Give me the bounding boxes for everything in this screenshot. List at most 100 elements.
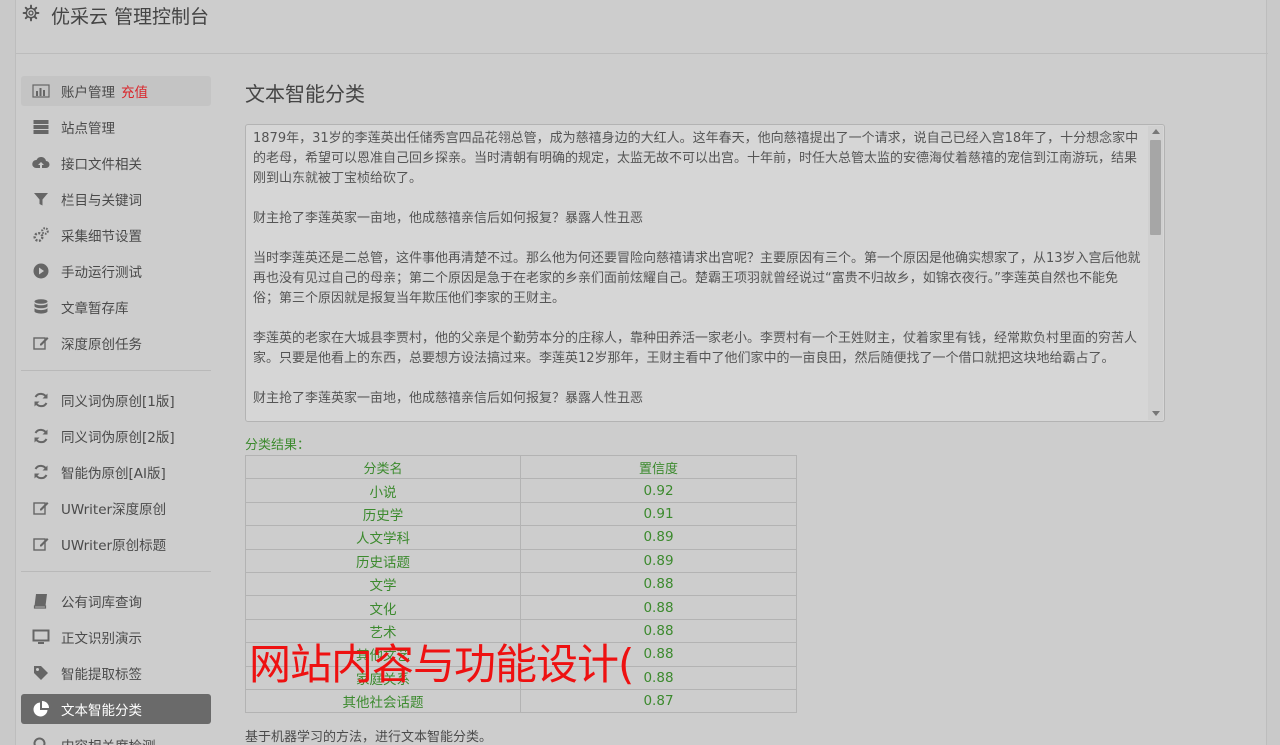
sidebar-item-public-lexicon[interactable]: 公有词库查询 xyxy=(21,586,211,616)
refresh-icon xyxy=(34,428,48,444)
sidebar-item-uwriter-title[interactable]: UWriter原创标题 xyxy=(21,529,211,559)
left-margin xyxy=(0,0,15,745)
article-paragraph: 1879年，31岁的李莲英出任储秀宫四品花翎总管，成为慈禧身边的大红人。这年春天… xyxy=(253,131,1139,186)
sidebar-item-uwriter-deep[interactable]: UWriter深度原创 xyxy=(21,493,211,523)
sidebar-item-interface[interactable]: 接口文件相关 xyxy=(21,148,211,178)
sidebar-item-sites[interactable]: 站点管理 xyxy=(21,112,211,142)
edit-icon xyxy=(33,337,49,350)
sidebar-item-extract-tags[interactable]: 智能提取标签 xyxy=(21,658,211,688)
gear-icon[interactable] xyxy=(22,4,40,22)
table-header-row: 分类名 置信度 xyxy=(245,454,797,480)
confidence-value: 0.89 xyxy=(520,548,797,573)
confidence-value: 0.88 xyxy=(520,571,797,597)
main-content: 文本智能分类 1879年，31岁的李莲英出任储秀宫四品花翎总管，成为慈禧身边的大… xyxy=(245,80,1185,745)
sidebar-item-label: 文本智能分类 xyxy=(61,703,142,719)
table-row: 小说 0.92 xyxy=(245,478,797,503)
sidebar-item-synonym-v1[interactable]: 同义词伪原创[1版] xyxy=(21,385,211,415)
table-row: 文学 0.88 xyxy=(245,571,797,597)
confidence-value: 0.88 xyxy=(520,595,797,620)
sidebar-divider xyxy=(21,370,211,371)
sidebar-item-label: 账户管理 xyxy=(61,85,115,101)
category-name: 文化 xyxy=(245,595,521,620)
sidebar-item-ai-rewrite[interactable]: 智能伪原创[AI版] xyxy=(21,457,211,487)
app-title: 优采云 管理控制台 xyxy=(51,6,210,28)
tag-icon xyxy=(34,666,48,680)
table-row: 历史话题 0.89 xyxy=(245,548,797,573)
category-name: 其他社会话题 xyxy=(245,688,521,714)
pie-chart-icon xyxy=(33,701,49,717)
recharge-link[interactable]: 充值 xyxy=(121,81,148,101)
right-margin xyxy=(1267,0,1280,745)
sidebar-item-label: 正文识别演示 xyxy=(61,631,142,647)
article-paragraph: 财主抢了李莲英家一亩地，他成慈禧亲信后如何报复？暴露人性丑恶 xyxy=(253,211,644,226)
sidebar-item-deep-original[interactable]: 深度原创任务 xyxy=(21,328,211,358)
top-bar: 优采云 管理控制台 xyxy=(16,0,1268,54)
monitor-icon xyxy=(32,629,50,644)
table-row: 历史学 0.91 xyxy=(245,501,797,527)
overlay-caption: 网站内容与功能设计( xyxy=(249,640,634,689)
article-textarea[interactable]: 1879年，31岁的李莲英出任储秀宫四品花翎总管，成为慈禧身边的大红人。这年春天… xyxy=(245,124,1165,422)
confidence-value: 0.89 xyxy=(520,525,797,550)
table-row: 其他社会话题 0.87 xyxy=(245,688,797,714)
column-header-name: 分类名 xyxy=(245,454,521,480)
sidebar-item-collect-settings[interactable]: 采集细节设置 xyxy=(21,220,211,250)
sidebar-item-label: UWriter原创标题 xyxy=(61,538,167,554)
scroll-thumb[interactable] xyxy=(1150,140,1161,235)
play-circle-icon xyxy=(33,263,49,279)
confidence-value: 0.92 xyxy=(520,478,797,503)
sidebar: 账户管理 充值 站点管理 接口文件相关 栏目与关键词 采集细节设置 手动运行测试… xyxy=(21,76,211,745)
textarea-scrollbar[interactable] xyxy=(1148,126,1163,420)
sidebar-item-label: 智能伪原创[AI版] xyxy=(61,466,166,482)
sidebar-item-relevance[interactable]: 内容相关度检测 xyxy=(21,730,211,745)
scroll-down-arrow-icon[interactable] xyxy=(1152,411,1160,416)
scroll-up-arrow-icon[interactable] xyxy=(1152,129,1160,134)
category-name: 历史话题 xyxy=(245,548,521,573)
category-name: 文学 xyxy=(245,571,521,597)
cloud-upload-icon xyxy=(32,156,50,168)
confidence-value: 0.91 xyxy=(520,501,797,527)
article-text: 1879年，31岁的李莲英出任储秀宫四品花翎总管，成为慈禧身边的大红人。这年春天… xyxy=(253,129,1143,421)
column-header-confidence: 置信度 xyxy=(520,454,797,480)
bar-chart-icon xyxy=(32,84,50,98)
sidebar-item-label: 接口文件相关 xyxy=(61,157,142,173)
sidebar-item-label: 手动运行测试 xyxy=(61,265,142,281)
article-paragraph: 财主抢了李莲英家一亩地，他成慈禧亲信后如何报复？暴露人性丑恶 xyxy=(253,391,644,406)
confidence-value: 0.87 xyxy=(520,688,797,714)
sidebar-divider xyxy=(21,571,211,572)
sidebar-item-label: 站点管理 xyxy=(61,121,115,137)
sidebar-item-text-classification[interactable]: 文本智能分类 xyxy=(21,694,211,724)
article-paragraph: 李莲英的老家在大城县李贾村，他的父亲是个勤劳本分的庄稼人，靠种田养活一家老小。李… xyxy=(253,331,1138,366)
search-icon xyxy=(33,737,46,745)
database-icon xyxy=(34,299,48,314)
sidebar-item-manual-run[interactable]: 手动运行测试 xyxy=(21,256,211,286)
sidebar-item-label: 文章暂存库 xyxy=(61,301,129,317)
sidebar-item-synonym-v2[interactable]: 同义词伪原创[2版] xyxy=(21,421,211,451)
sidebar-item-label: 公有词库查询 xyxy=(61,595,142,611)
filter-icon xyxy=(34,193,48,206)
sidebar-item-label: 智能提取标签 xyxy=(61,667,142,683)
sidebar-item-label: 同义词伪原创[1版] xyxy=(61,394,175,410)
article-paragraph: 当时李莲英还是二总管，这件事他再清楚不过。那么他为何还要冒险向慈禧请求出宫呢？主… xyxy=(253,251,1141,306)
edit-icon xyxy=(33,538,49,551)
refresh-icon xyxy=(34,464,48,480)
edit-icon xyxy=(33,502,49,515)
category-name: 人文学科 xyxy=(245,525,521,550)
result-label: 分类结果： xyxy=(245,438,311,453)
sidebar-item-body-recognition[interactable]: 正文识别演示 xyxy=(21,622,211,652)
table-row: 人文学科 0.89 xyxy=(245,525,797,550)
refresh-icon xyxy=(34,392,48,408)
gears-icon xyxy=(33,227,49,242)
sidebar-item-article-store[interactable]: 文章暂存库 xyxy=(21,292,211,322)
sidebar-item-label: 深度原创任务 xyxy=(61,337,142,353)
page-title: 文本智能分类 xyxy=(245,82,365,106)
table-row: 文化 0.88 xyxy=(245,595,797,620)
sidebar-item-label: 同义词伪原创[2版] xyxy=(61,430,175,446)
sidebar-item-label: UWriter深度原创 xyxy=(61,502,167,518)
sidebar-item-account[interactable]: 账户管理 充值 xyxy=(21,76,211,106)
server-icon xyxy=(33,120,49,134)
sidebar-item-keywords[interactable]: 栏目与关键词 xyxy=(21,184,211,214)
console-frame: 优采云 管理控制台 账户管理 充值 站点管理 接口文件相关 栏目与关键词 采集细… xyxy=(15,0,1268,745)
footnote: 基于机器学习的方法，进行文本智能分类。 xyxy=(245,730,493,745)
category-name: 历史学 xyxy=(245,501,521,527)
category-name: 小说 xyxy=(245,478,521,503)
